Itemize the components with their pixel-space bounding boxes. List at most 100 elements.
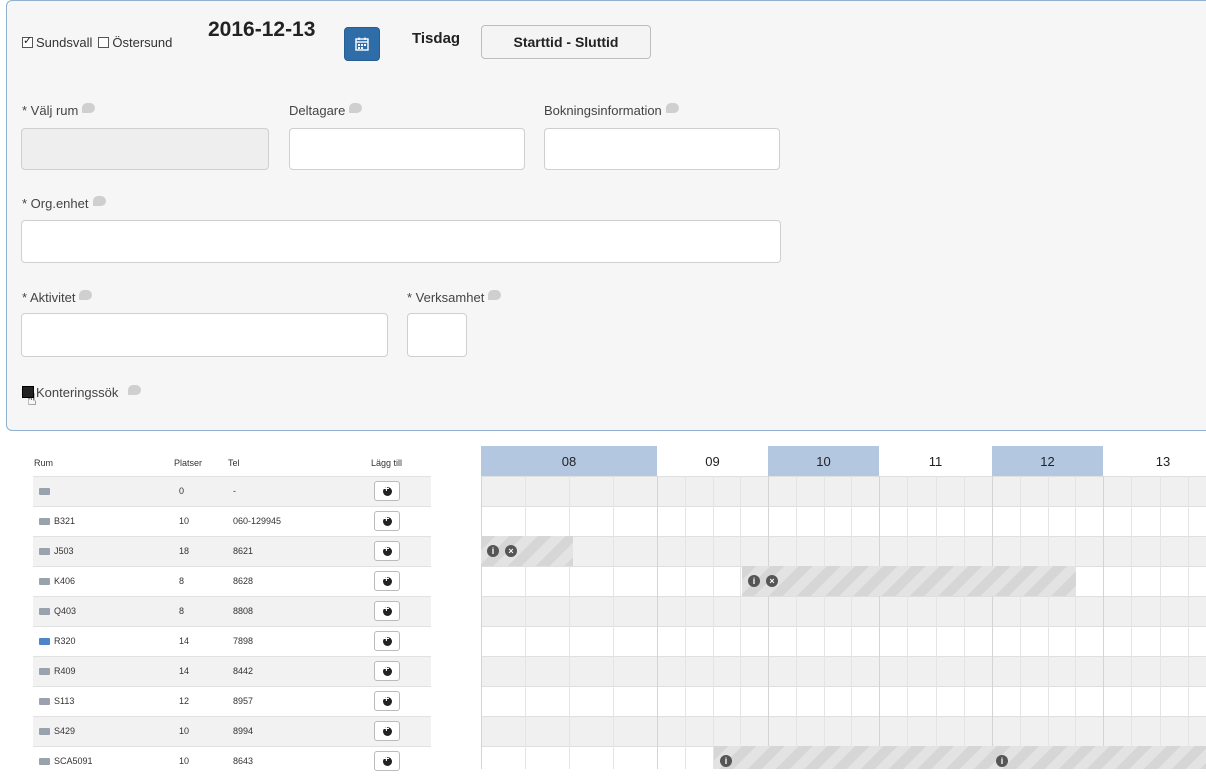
add-room-button[interactable] xyxy=(373,601,400,621)
timeline-row[interactable] xyxy=(481,686,1206,716)
add-room-button[interactable] xyxy=(373,631,400,651)
room-name: J503 xyxy=(54,546,74,556)
timeline-row[interactable] xyxy=(481,626,1206,656)
room-name: S429 xyxy=(54,726,76,736)
business-input-control[interactable] xyxy=(408,314,466,356)
add-room-button[interactable] xyxy=(373,661,400,681)
remove-icon[interactable]: × xyxy=(766,575,778,587)
timeline-row[interactable] xyxy=(481,656,1206,686)
ostersund-checkbox[interactable] xyxy=(98,36,110,48)
info-icon[interactable]: i xyxy=(748,575,760,587)
seats-cell: 14 xyxy=(173,625,227,656)
phone-cell: 8808 xyxy=(227,595,343,626)
help-icon[interactable] xyxy=(79,290,93,300)
phone-cell: 7898 xyxy=(227,625,343,656)
time-range-button[interactable]: Starttid - Sluttid xyxy=(481,25,651,59)
org-input-control[interactable] xyxy=(22,221,780,262)
info-icon[interactable]: i xyxy=(996,755,1008,767)
add-room-button[interactable] xyxy=(373,571,400,591)
booking-block[interactable]: i × xyxy=(742,566,1076,596)
add-room-button[interactable] xyxy=(373,481,400,501)
timeline-gridline xyxy=(525,476,526,769)
help-icon[interactable] xyxy=(349,103,363,113)
timeline-gridline xyxy=(713,476,714,769)
room-name: Q403 xyxy=(54,606,77,616)
remove-icon[interactable]: × xyxy=(505,545,517,557)
activity-field-label: * Aktivitet xyxy=(22,290,93,305)
timeline-gridline xyxy=(1131,476,1132,769)
help-icon[interactable] xyxy=(92,196,106,206)
participants-field-label: Deltagare xyxy=(289,103,363,118)
room-cell: B321 xyxy=(33,505,173,536)
header-add: Lägg till xyxy=(370,457,403,468)
add-room-button[interactable] xyxy=(373,721,400,741)
table-row: J503 18 8621 xyxy=(33,535,431,566)
timeline-gridline xyxy=(964,476,965,769)
add-room-button[interactable] xyxy=(373,511,400,531)
timeline-row[interactable] xyxy=(481,716,1206,746)
business-field-label: * Verksamhet xyxy=(407,290,502,305)
timeline-row[interactable] xyxy=(481,536,1206,566)
selected-date: 2016-12-13 xyxy=(208,18,316,41)
add-cell xyxy=(343,535,431,566)
timeline-gridline xyxy=(851,476,852,769)
seats-cell: 8 xyxy=(173,565,227,596)
booking-info-input-control[interactable] xyxy=(545,129,779,169)
room-icon xyxy=(39,548,50,556)
table-header-row: Rum Platser Tel Lägg till xyxy=(33,450,431,476)
add-cell xyxy=(343,505,431,536)
help-icon[interactable] xyxy=(488,290,502,300)
timeline-gridline xyxy=(824,476,825,769)
booking-form-panel xyxy=(6,0,1206,431)
sundsvall-label: Sundsvall xyxy=(36,34,93,50)
timeline-gridline xyxy=(613,476,614,769)
seats-cell: 18 xyxy=(173,535,227,566)
timeline-hours: 08 09 10 11 12 13 xyxy=(481,446,1206,476)
add-room-button[interactable] xyxy=(373,751,400,772)
seats-cell: 10 xyxy=(173,715,227,746)
booking-block[interactable]: i × xyxy=(481,536,573,566)
hand-cursor-icon: ☝ xyxy=(27,392,37,409)
help-icon[interactable] xyxy=(128,385,142,395)
activity-input[interactable] xyxy=(21,313,388,357)
timeline-gridline xyxy=(1075,476,1076,769)
add-room-button[interactable] xyxy=(373,691,400,711)
room-name: R320 xyxy=(54,636,76,646)
timeline-row[interactable] xyxy=(481,596,1206,626)
org-input[interactable] xyxy=(21,220,781,263)
info-icon[interactable]: i xyxy=(487,545,499,557)
room-icon xyxy=(39,488,50,496)
participants-input[interactable] xyxy=(289,128,525,170)
add-cell xyxy=(343,595,431,626)
room-icon xyxy=(39,608,50,616)
table-row: B321 10 060-129945 xyxy=(33,505,431,536)
booking-block[interactable]: i i xyxy=(714,746,1206,769)
add-cell xyxy=(343,475,431,506)
help-icon[interactable] xyxy=(82,103,96,113)
phone-cell: 8957 xyxy=(227,685,343,716)
timeline-row[interactable] xyxy=(481,476,1206,506)
room-icon xyxy=(39,518,50,526)
business-input[interactable] xyxy=(407,313,467,357)
info-icon[interactable]: i xyxy=(720,755,732,767)
phone-cell: 8442 xyxy=(227,655,343,686)
sundsvall-checkbox[interactable] xyxy=(22,34,33,48)
timeline-row[interactable] xyxy=(481,506,1206,536)
help-icon[interactable] xyxy=(665,103,679,113)
table-row: R320 14 7898 xyxy=(33,625,431,656)
calendar-button[interactable] xyxy=(344,27,380,61)
timeline-gridline xyxy=(657,476,658,769)
timeline-gridline xyxy=(1160,476,1161,769)
table-row: 0 - xyxy=(33,475,431,506)
room-cell: K406 xyxy=(33,565,173,596)
add-room-button[interactable] xyxy=(373,541,400,561)
activity-input-control[interactable] xyxy=(22,314,387,356)
participants-input-control[interactable] xyxy=(290,129,524,169)
timeline-gridline xyxy=(569,476,570,769)
table-row: R409 14 8442 xyxy=(33,655,431,686)
add-cell xyxy=(343,565,431,596)
room-name: B321 xyxy=(54,516,76,526)
account-search-label-text: Konteringssök xyxy=(36,385,119,400)
booking-info-input[interactable] xyxy=(544,128,780,170)
org-field-label: * Org.enhet xyxy=(22,196,106,211)
